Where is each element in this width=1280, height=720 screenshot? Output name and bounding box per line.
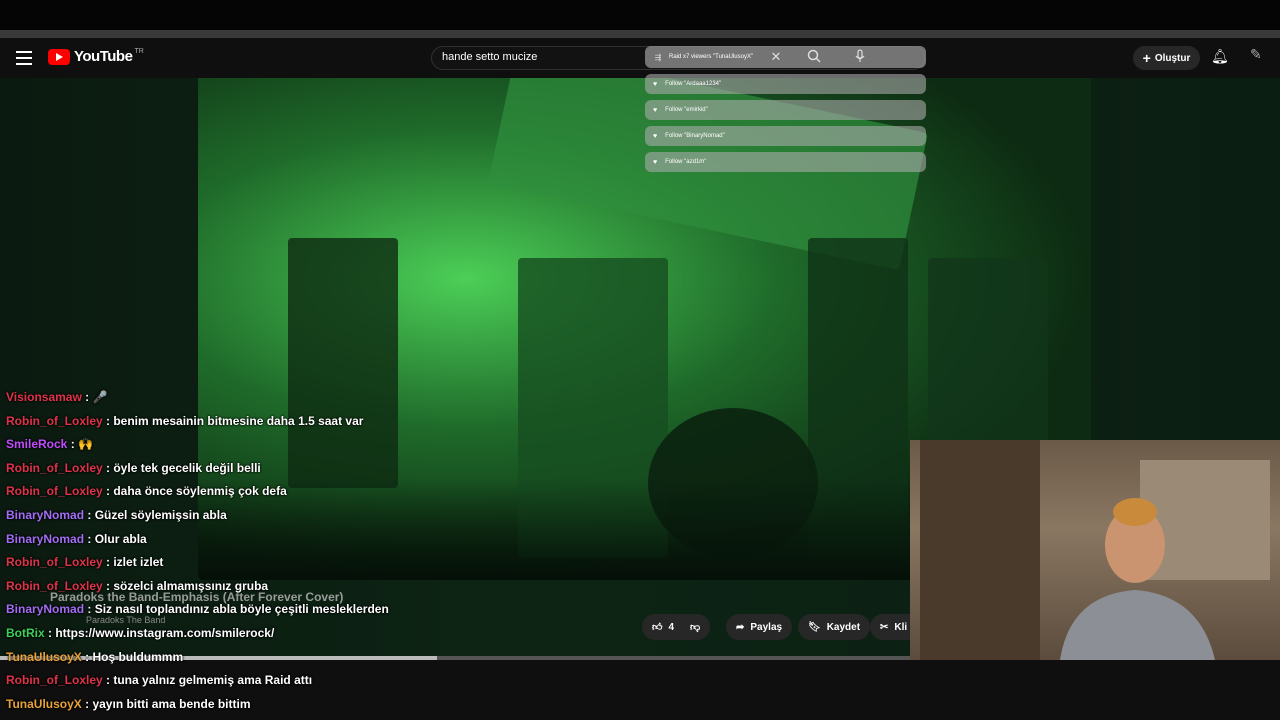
performer-silhouette bbox=[288, 238, 398, 488]
channel-name[interactable]: Paradoks The Band bbox=[86, 615, 165, 625]
close-icon[interactable]: ✕ bbox=[766, 49, 786, 65]
chat-text: : 🙌 bbox=[67, 437, 93, 452]
save-button[interactable]: 🔖︎ Kaydet bbox=[798, 614, 871, 640]
chat-message: Robin_of_Loxley : benim mesainin bitmesi… bbox=[6, 414, 363, 428]
chat-text: : öyle tek gecelik değil belli bbox=[102, 460, 261, 475]
chat-username[interactable]: BinaryNomad bbox=[6, 508, 84, 522]
browser-top-strip bbox=[0, 0, 1280, 38]
chat-message: Robin_of_Loxley : öyle tek gecelik değil… bbox=[6, 461, 261, 475]
chat-text: : izlet izlet bbox=[102, 555, 164, 570]
chat-message: Visionsamaw : 🎤 bbox=[6, 390, 107, 404]
chat-message: BinaryNomad : Siz nasıl toplandınız abla… bbox=[6, 602, 389, 616]
raid-notification: ⇶ Raid x7 viewers "TunaUlusoyX" ✕ bbox=[645, 46, 926, 68]
chat-username[interactable]: TunaUlusoyX bbox=[6, 650, 82, 664]
chat-message: SmileRock : 🙌 bbox=[6, 437, 93, 451]
chat-username[interactable]: Robin_of_Loxley bbox=[6, 461, 103, 475]
follow-notification: ♥ Follow "azd1m" bbox=[645, 152, 926, 172]
youtube-play-icon bbox=[48, 48, 70, 65]
chat-text: : benim mesainin bitmesine daha 1.5 saat… bbox=[102, 413, 364, 428]
heart-icon: ♥ bbox=[653, 158, 658, 166]
chat-message: Robin_of_Loxley : izlet izlet bbox=[6, 555, 163, 569]
follow-notification: ♥ Follow "emirkid" bbox=[645, 100, 926, 120]
youtube-logo[interactable]: YouTube TR bbox=[48, 48, 144, 65]
chat-username[interactable]: BinaryNomad bbox=[6, 532, 84, 546]
chat-message: Robin_of_Loxley : daha önce söylenmiş ço… bbox=[6, 484, 287, 498]
webcam-guitar-rack bbox=[920, 440, 1040, 660]
chat-text: : tuna yalnız gelmemiş ama Raid attı bbox=[102, 673, 313, 688]
follow-text: Follow "azd1m" bbox=[665, 159, 707, 165]
chat-text: : Siz nasıl toplandınız abla böyle çeşit… bbox=[84, 602, 389, 617]
chat-text: : yayın bitti ama bende bittim bbox=[81, 696, 251, 711]
chat-message: BotRix : https://www.instagram.com/smile… bbox=[6, 626, 274, 640]
share-label: Paylaş bbox=[750, 621, 783, 633]
chat-text: : Güzel söylemişsin abla bbox=[84, 508, 227, 522]
logo-text: YouTube bbox=[74, 48, 133, 65]
create-button[interactable]: + Oluştur bbox=[1133, 46, 1200, 70]
logo-region: TR bbox=[134, 48, 144, 55]
save-label: Kaydet bbox=[826, 621, 861, 633]
search-input[interactable] bbox=[442, 51, 642, 63]
plus-icon: + bbox=[1142, 50, 1151, 66]
follow-notification: ♥ Follow "BinaryNomad" bbox=[645, 126, 926, 146]
heart-icon: ♥ bbox=[653, 80, 658, 88]
raid-text: Raid x7 viewers "TunaUlusoyX" bbox=[669, 54, 754, 60]
chat-text: : Hoş buldummm bbox=[81, 649, 184, 664]
chat-username[interactable]: Robin_of_Loxley bbox=[6, 484, 103, 498]
pen-icon[interactable]: ✎ bbox=[1250, 46, 1262, 63]
chat-username[interactable]: Visionsamaw bbox=[6, 390, 82, 404]
chat-text: : daha önce söylenmiş çok defa bbox=[102, 484, 287, 499]
chat-message: Robin_of_Loxley : tuna yalnız gelmemiş a… bbox=[6, 673, 312, 687]
bookmark-icon: 🔖︎ bbox=[808, 621, 821, 633]
raid-icon: ⇶ bbox=[654, 52, 662, 62]
chat-message: BinaryNomad : Olur abla bbox=[6, 532, 147, 546]
search-icon[interactable] bbox=[804, 49, 824, 66]
follow-notification: ♥ Follow "Ardaaa1234" bbox=[645, 74, 926, 94]
share-icon: ➦ bbox=[736, 621, 745, 633]
clip-label: Kli bbox=[894, 621, 908, 633]
like-button[interactable]: 👍︎ 4 👎︎ bbox=[642, 614, 711, 640]
mic-icon[interactable] bbox=[850, 48, 870, 66]
chat-message: Robin_of_Loxley : sözelci almamışsınız g… bbox=[6, 579, 268, 593]
chat-username[interactable]: Robin_of_Loxley bbox=[6, 555, 103, 569]
chat-message: TunaUlusoyX : Hoş buldummm bbox=[6, 650, 183, 664]
scissors-icon: ✂ bbox=[880, 621, 889, 633]
thumbs-down-icon[interactable]: 👎︎ bbox=[690, 621, 700, 633]
create-label: Oluştur bbox=[1154, 52, 1191, 64]
chat-text: : https://www.instagram.com/smilerock/ bbox=[44, 626, 275, 640]
chat-username[interactable]: TunaUlusoyX bbox=[6, 697, 82, 711]
heart-icon: ♥ bbox=[653, 132, 658, 140]
follow-text: Follow "emirkid" bbox=[665, 107, 708, 113]
chat-username[interactable]: BotRix bbox=[6, 626, 45, 640]
chat-text: : 🎤 bbox=[81, 390, 108, 404]
thumbs-up-icon: 👍︎ bbox=[652, 622, 663, 633]
heart-icon: ♥ bbox=[653, 106, 658, 114]
chat-username[interactable]: BinaryNomad bbox=[6, 602, 84, 616]
chat-username[interactable]: Robin_of_Loxley bbox=[6, 414, 103, 428]
share-button[interactable]: ➦ Paylaş bbox=[726, 614, 793, 640]
chat-text: : Olur abla bbox=[84, 531, 147, 546]
webcam-overlay bbox=[910, 440, 1280, 660]
menu-icon[interactable] bbox=[16, 51, 32, 65]
chat-text: : sözelci almamışsınız gruba bbox=[102, 578, 269, 593]
chat-message: TunaUlusoyX : yayın bitti ama bende bitt… bbox=[6, 697, 251, 711]
top-divider bbox=[0, 30, 1280, 38]
chat-username[interactable]: Robin_of_Loxley bbox=[6, 673, 103, 687]
bell-icon[interactable]: 🔔︎ bbox=[1211, 48, 1229, 65]
streamer-silhouette bbox=[1060, 498, 1215, 660]
chat-username[interactable]: Robin_of_Loxley bbox=[6, 579, 103, 593]
chat-message: BinaryNomad : Güzel söylemişsin abla bbox=[6, 508, 227, 522]
youtube-header: YouTube TR ⇶ Raid x7 viewers "TunaUlusoy… bbox=[0, 38, 1280, 78]
chat-username[interactable]: SmileRock bbox=[6, 437, 67, 451]
follow-text: Follow "BinaryNomad" bbox=[665, 133, 725, 139]
like-count: 4 bbox=[668, 621, 675, 633]
follow-text: Follow "Ardaaa1234" bbox=[665, 81, 722, 87]
clip-button[interactable]: ✂ Kli bbox=[870, 614, 910, 640]
